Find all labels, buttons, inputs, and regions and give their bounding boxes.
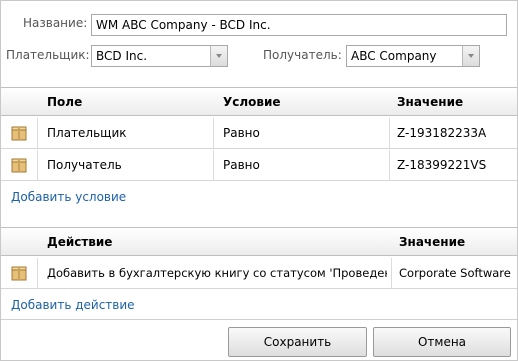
table-row[interactable]: Плательщик Равно Z-193182233A — [1, 118, 517, 149]
cell-action: Добавить в бухгалтерскую книгу со статус… — [47, 266, 387, 280]
column-header-action[interactable]: Действие — [47, 235, 112, 249]
divider — [37, 258, 38, 288]
cell-value: Z-193182233A — [397, 126, 487, 140]
recipient-select[interactable]: ABC Company — [346, 45, 480, 67]
add-condition-link[interactable]: Добавить условие — [11, 190, 126, 204]
divider — [389, 118, 390, 148]
cell-condition: Равно — [223, 126, 260, 140]
box-icon — [11, 158, 27, 176]
divider — [389, 150, 390, 180]
chevron-down-icon[interactable] — [210, 46, 227, 66]
column-header-value[interactable]: Значение — [399, 235, 465, 249]
save-button[interactable]: Сохранить — [228, 327, 367, 357]
box-icon — [11, 126, 27, 144]
recipient-label: Получатель: — [263, 48, 342, 62]
cell-field: Получатель — [47, 158, 122, 172]
table-row[interactable]: Добавить в бухгалтерскую книгу со статус… — [1, 258, 517, 289]
divider — [213, 118, 214, 148]
cell-field: Плательщик — [47, 126, 127, 140]
divider — [213, 150, 214, 180]
column-header-value[interactable]: Значение — [397, 95, 463, 109]
cancel-button[interactable]: Отмена — [373, 327, 511, 357]
column-header-field[interactable]: Поле — [47, 95, 82, 109]
payer-label: Плательщик: — [6, 48, 90, 62]
recipient-select-value: ABC Company — [351, 49, 437, 63]
payer-select[interactable]: BCD Inc. — [91, 45, 228, 67]
cell-value: Corporate Software — [399, 266, 511, 280]
table-row[interactable]: Получатель Равно Z-18399221VS — [1, 150, 517, 181]
actions-grid-header: Действие Значение — [1, 227, 517, 256]
add-action-link[interactable]: Добавить действие — [11, 298, 135, 312]
name-input[interactable]: WM ABC Company - BCD Inc. — [91, 14, 507, 36]
conditions-grid-header: Поле Условие Значение — [1, 87, 517, 116]
column-header-condition[interactable]: Условие — [223, 95, 281, 109]
divider — [37, 150, 38, 180]
divider — [1, 319, 517, 320]
payer-select-value: BCD Inc. — [96, 49, 148, 63]
box-icon — [11, 266, 27, 284]
chevron-down-icon[interactable] — [462, 46, 479, 66]
cell-condition: Равно — [223, 158, 260, 172]
cell-value: Z-18399221VS — [397, 158, 487, 172]
divider — [37, 118, 38, 148]
divider — [391, 258, 392, 288]
name-label: Название: — [23, 16, 88, 30]
rule-dialog: Название: WM ABC Company - BCD Inc. Плат… — [0, 0, 518, 361]
